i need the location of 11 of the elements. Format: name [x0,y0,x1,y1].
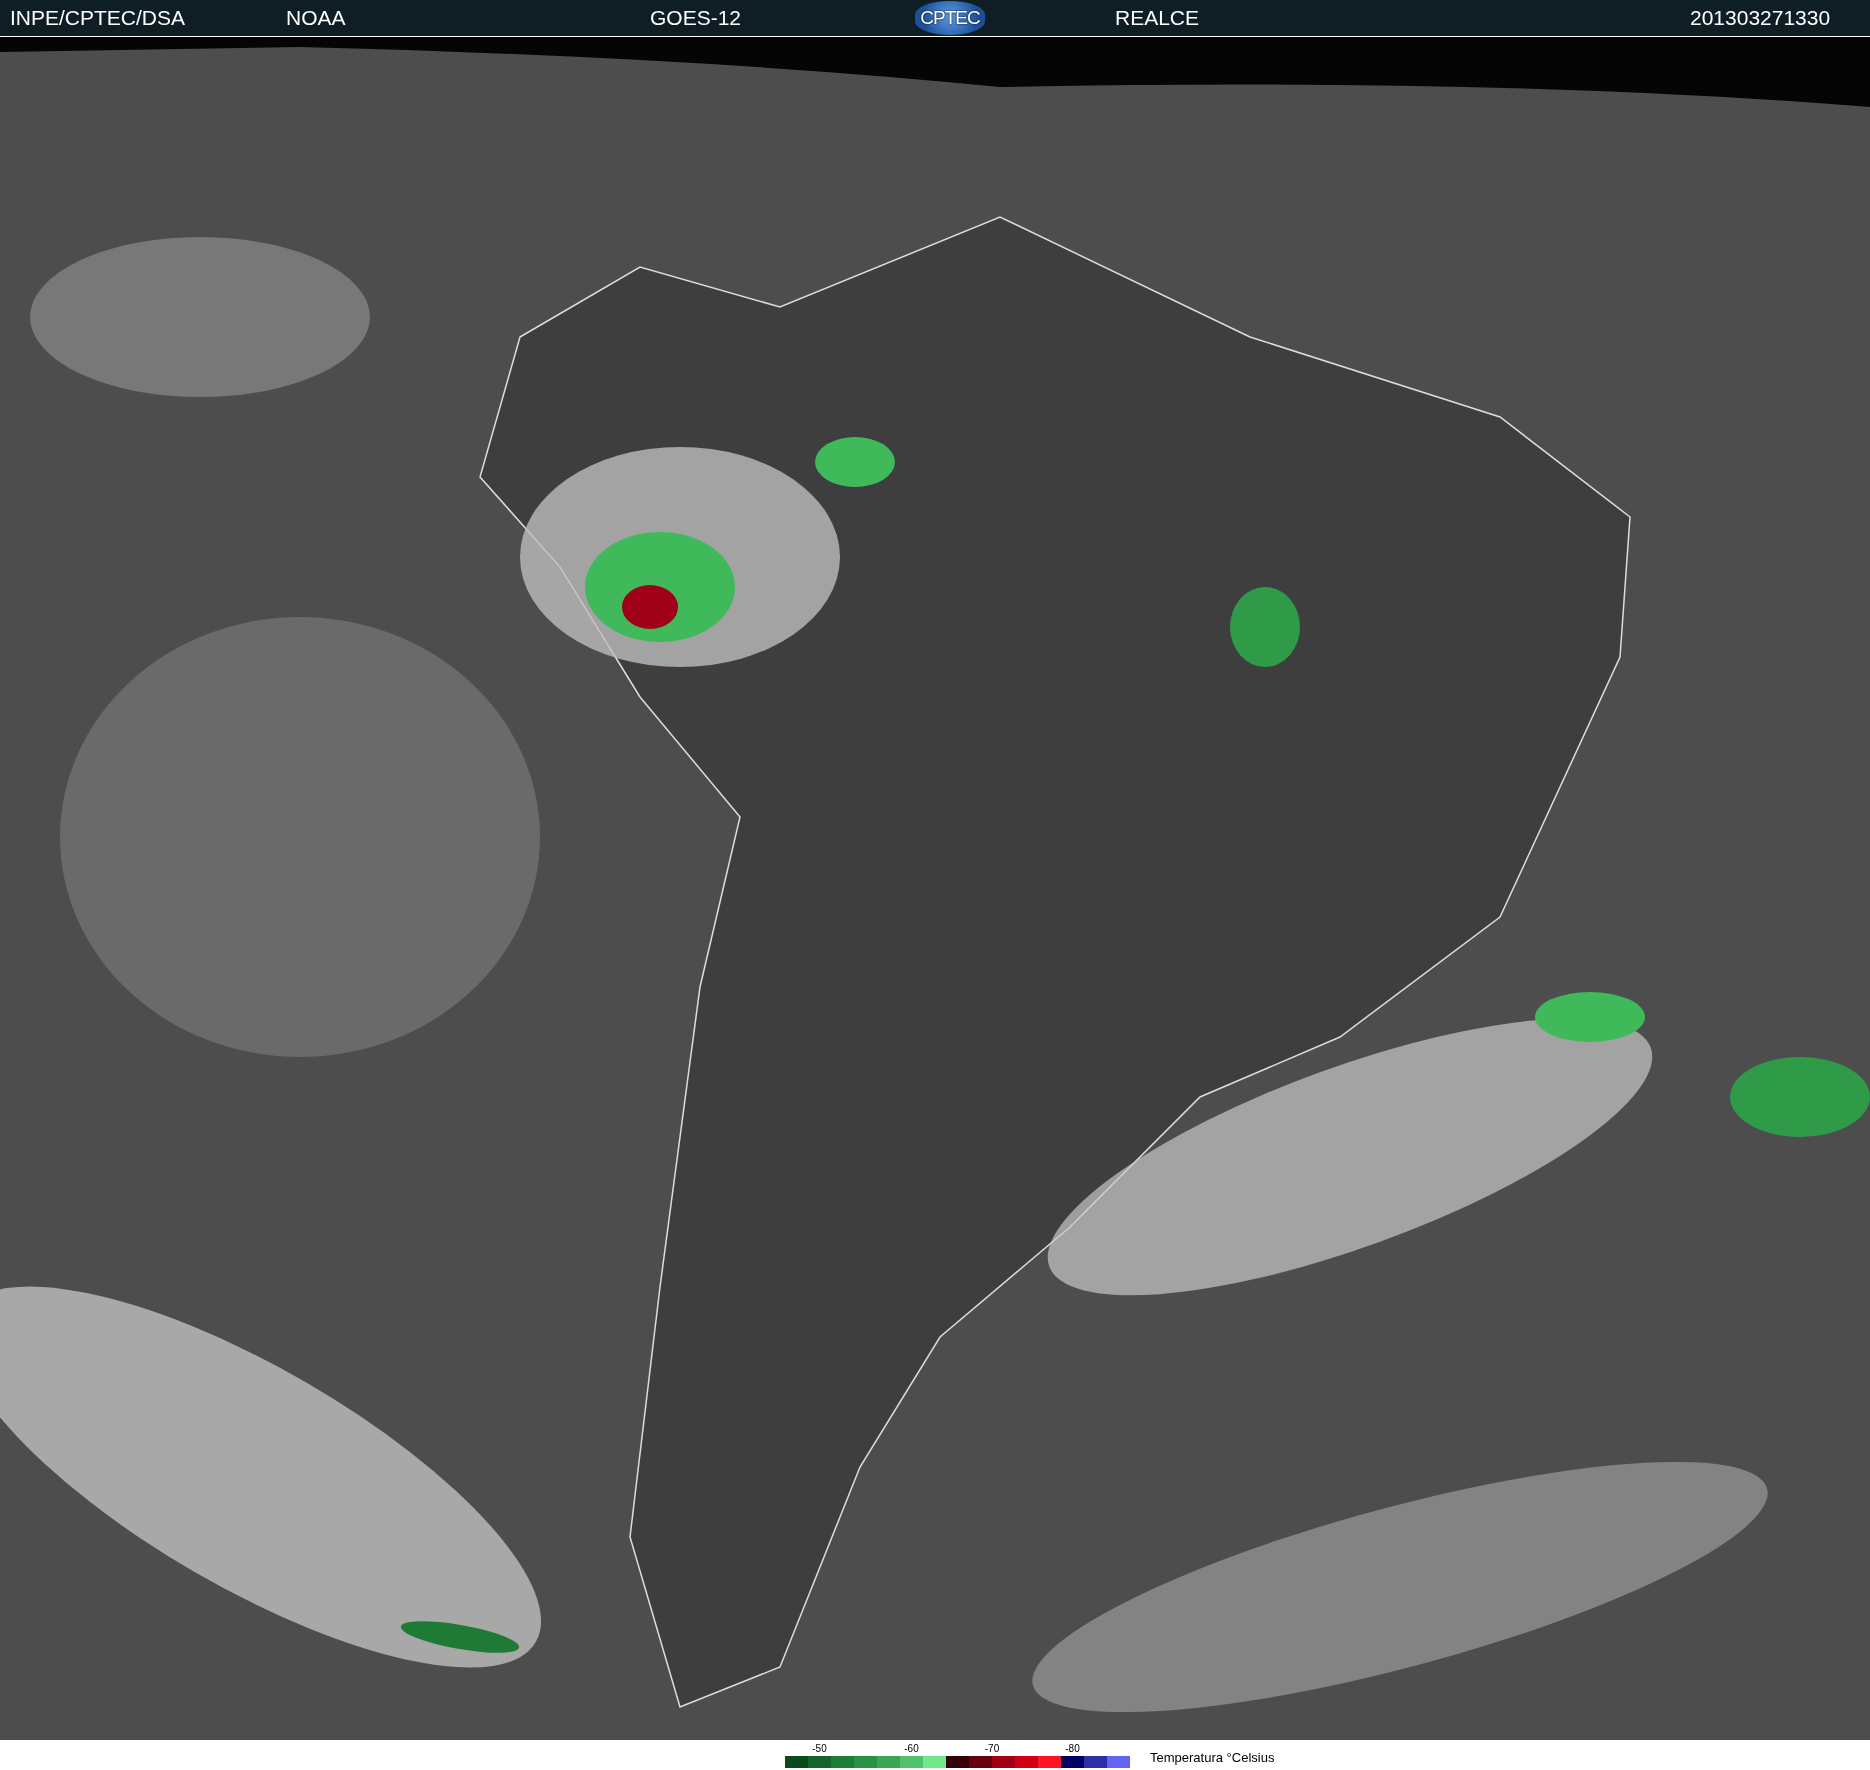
scale-label: -60 [903,1742,920,1756]
scale-label: -80 [1064,1742,1081,1756]
header-label: INPE/CPTEC/DSA [10,6,186,29]
scale-label: -50 [811,1742,828,1756]
scale-label: -70 [983,1742,1001,1756]
header-label: NOAA [286,6,346,29]
header-label: 201303271330 [1690,6,1831,29]
header-label: REALCE [1115,6,1200,29]
header-label: GOES-12 [650,6,742,29]
legend-title: Temperatura °Celsius [1150,1750,1275,1765]
logo: CPTEC [915,1,985,35]
